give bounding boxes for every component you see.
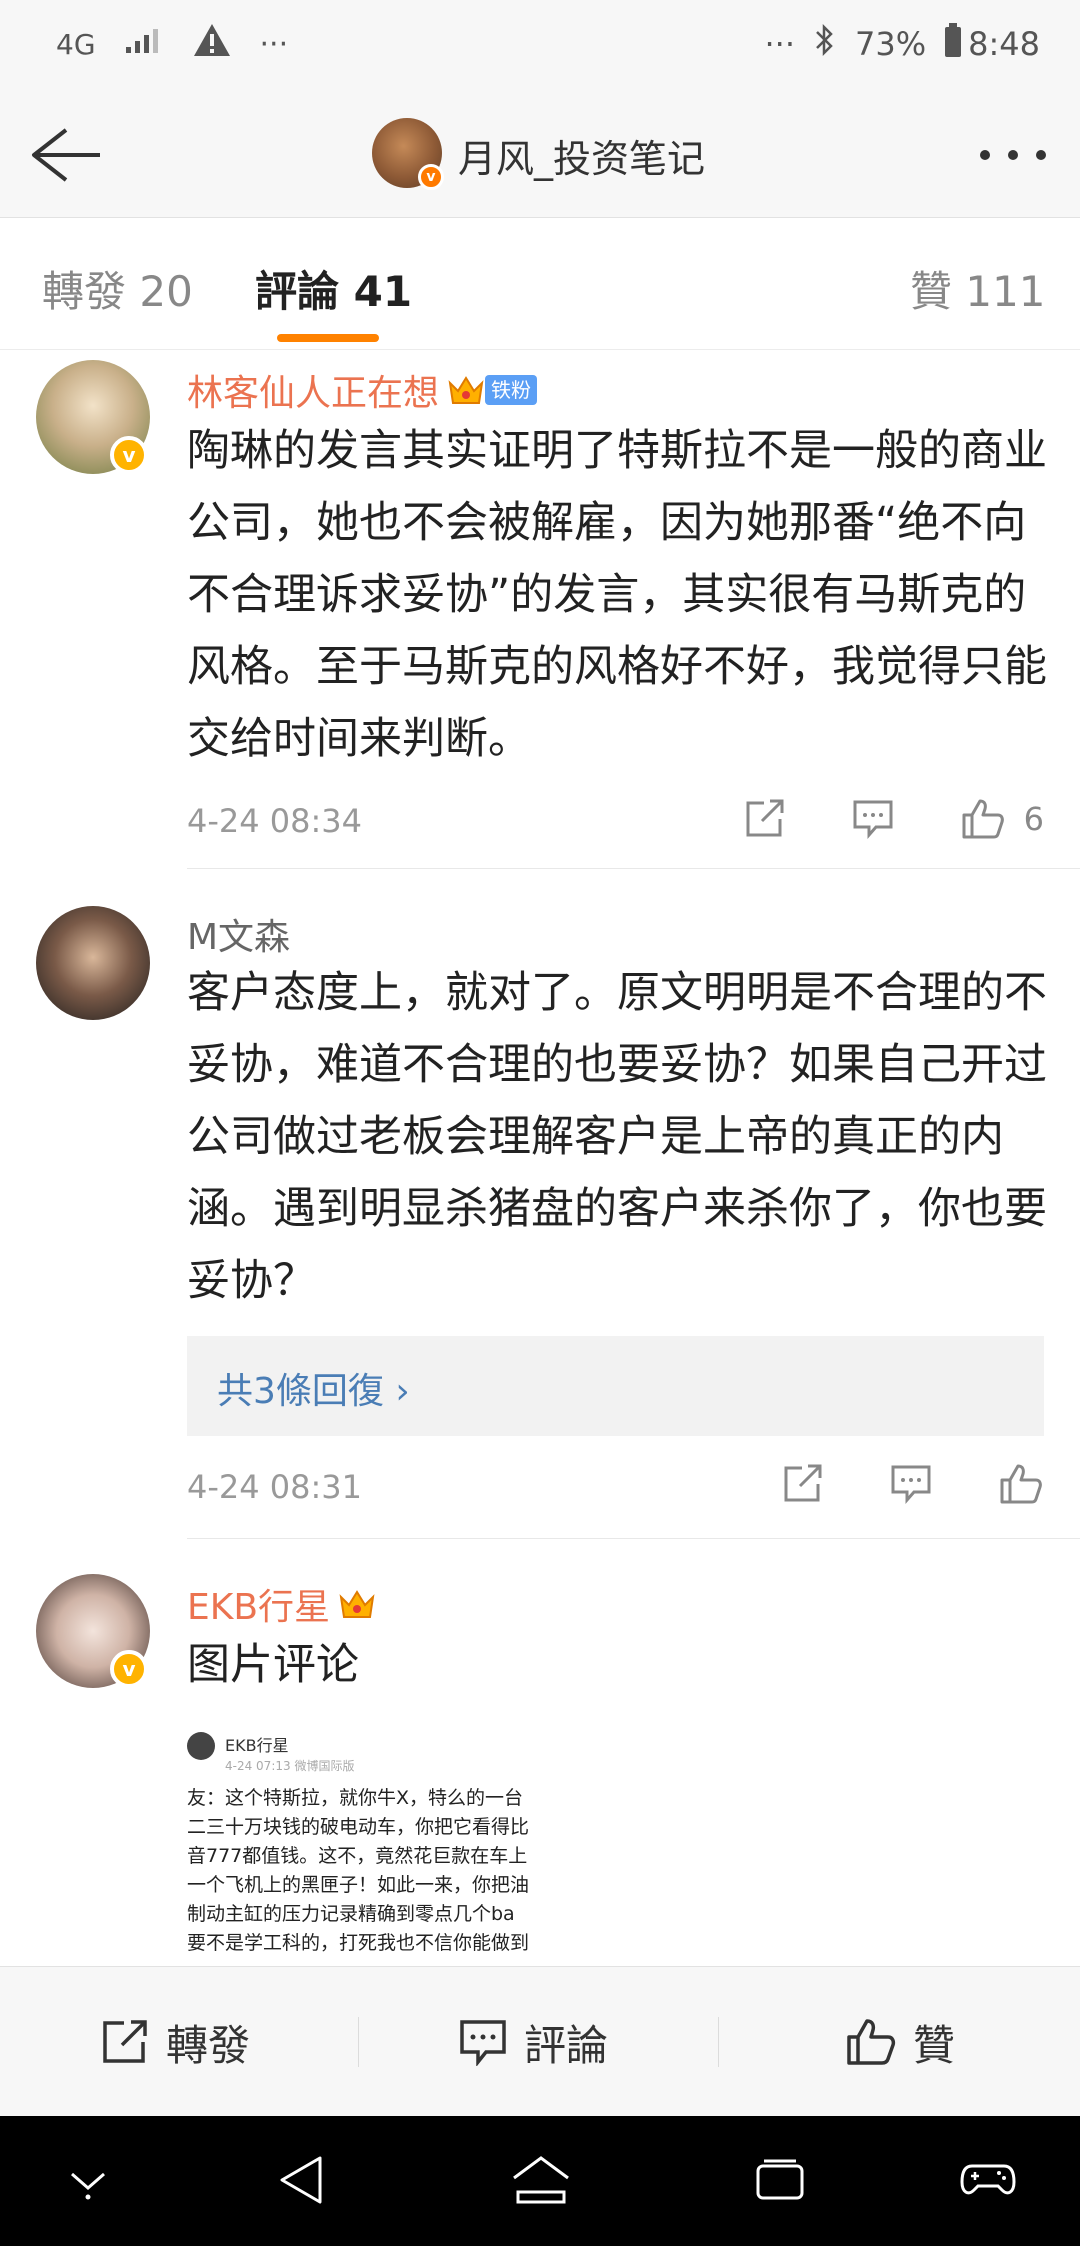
commenter-avatar[interactable] [36,906,150,1020]
battery-percent: 73% [855,25,927,63]
tab-likes[interactable]: 贊 111 [910,258,1046,319]
comment-icon [853,800,893,839]
like-button[interactable]: 贊 [845,1967,955,2117]
comment-text: 客户态度上，就对了。原文明明是不合理的不妥协，难道不合理的也要妥协？如果自己开过… [187,968,1047,1306]
like-count: 6 [1023,800,1044,838]
recent-apps-button[interactable] [754,2158,806,2206]
comment-icon [891,1465,931,1504]
active-tab-indicator [277,334,379,342]
tab-reposts[interactable]: 轉發 20 [42,258,193,319]
commenter-name-text: EKB行星 [187,1587,331,1628]
game-tools-button[interactable] [960,2160,1016,2204]
image-text-line: 一个飞机上的黑匣子！如此一来，你把油 [187,1874,530,1896]
hide-nav-button[interactable] [66,2164,110,2208]
fan-badge: 铁粉 [485,375,538,405]
back-arrow-icon [32,128,100,182]
view-replies-label: 共3條回復 › [217,1371,410,1412]
crown-icon [338,1587,376,1621]
share-icon [784,1464,822,1502]
tab-comments[interactable]: 評論 41 [255,258,412,319]
bluetooth-icon [813,22,837,66]
more-dot-icon [980,150,990,160]
image-avatar [187,1732,215,1760]
signal-icon [124,25,164,63]
reply-button[interactable] [852,799,894,839]
like-label: 贊 [913,2020,956,2070]
gamepad-icon [960,2164,1016,2195]
image-text-line: 友：这个特斯拉，就你牛X，特么的一台 [187,1787,524,1809]
status-bar: 4G ··· ··· 73% 8:48 [0,0,1080,92]
chevron-down-icon [71,2172,105,2200]
comment-time: 4-24 08:34 [187,802,363,840]
image-text-block: 友：这个特斯拉，就你牛X，特么的一台 二三十万块钱的破电动车，你把它看得比 音7… [187,1784,529,1958]
view-replies-button[interactable]: 共3條回復 › [187,1336,1044,1436]
comment-button[interactable]: 評論 [458,1967,608,2117]
thumbs-up-icon [1000,1464,1042,1504]
share-icon [103,2020,147,2063]
share-button[interactable] [782,1464,824,1504]
like-button[interactable] [998,1462,1044,1506]
share-button[interactable] [744,799,786,839]
comment-text: 陶琳的发言其实证明了特斯拉不是一般的商业公司，她也不会被解雇，因为她那番“绝不向… [187,426,1047,764]
divider [187,1538,1080,1539]
divider [187,868,1080,869]
notification-more: ··· [259,26,289,62]
back-triangle-icon [280,2156,322,2204]
warning-icon [192,22,232,66]
comment-time: 4-24 08:31 [187,1468,363,1506]
back-button[interactable] [26,122,106,188]
battery-icon [944,22,962,66]
commenter-name[interactable]: EKB行星 [187,1578,376,1630]
clock: 8:48 [968,25,1040,63]
home-icon [513,2156,569,2204]
image-meta: 4-24 07:13 微博国际版 [225,1759,355,1773]
like-button[interactable]: 6 [960,797,1044,841]
commenter-name[interactable]: 林客仙人正在想 铁粉 [187,364,538,416]
comment-actions: 6 [678,797,1044,841]
image-text-line: 制动主缸的压力记录精确到零点几个ba [187,1903,515,1925]
system-navigation-bar [0,2116,1080,2246]
home-nav-button[interactable] [510,2154,572,2210]
more-options-button[interactable] [980,150,1046,160]
more-dot-icon [1008,150,1018,160]
repost-label: 轉發 [166,2020,251,2070]
comment-label: 評論 [524,2020,609,2070]
thumbs-up-icon [847,2019,896,2065]
top-nav-bar: v 月风_投资笔记 [0,92,1080,218]
comment-image[interactable]: EKB行星 4-24 07:13 微博国际版 友：这个特斯拉，就你牛X，特么的一… [187,1732,557,1967]
reply-button[interactable] [890,1464,932,1504]
repost-button[interactable]: 轉發 [100,1967,250,2117]
page-title: 月风_投资笔记 [458,137,706,181]
crown-icon [447,373,485,407]
image-text-line: 要不是学工科的，打死我也不信你能做到 [187,1932,530,1954]
commenter-name[interactable]: M文森 [187,908,290,960]
verified-badge-icon: v [418,164,444,190]
share-icon [746,799,784,837]
image-text-line: 音777都值钱。这不，竟然花巨款在车上 [187,1845,528,1867]
comment-actions [716,1462,1044,1506]
separator [358,2017,359,2067]
more-dot-icon [1036,150,1046,160]
back-nav-button[interactable] [276,2152,326,2212]
recent-apps-icon [756,2159,804,2200]
thumbs-up-icon [962,799,1004,839]
separator [718,2017,719,2067]
bottom-action-bar: 轉發 評論 贊 [0,1966,1080,2116]
verified-badge-icon: v [110,1650,148,1688]
image-text-line: 二三十万块钱的破电动车，你把它看得比 [187,1816,530,1838]
commenter-name-text: 林客仙人正在想 [187,373,440,414]
verified-badge-icon: v [110,436,148,474]
notification-more-right: ··· [764,25,796,63]
comment-icon [460,2020,506,2066]
tab-bar: 轉發 20 評論 41 贊 111 [0,218,1080,350]
network-indicator: 4G [56,27,96,61]
comment-text: 图片评论 [187,1640,359,1690]
